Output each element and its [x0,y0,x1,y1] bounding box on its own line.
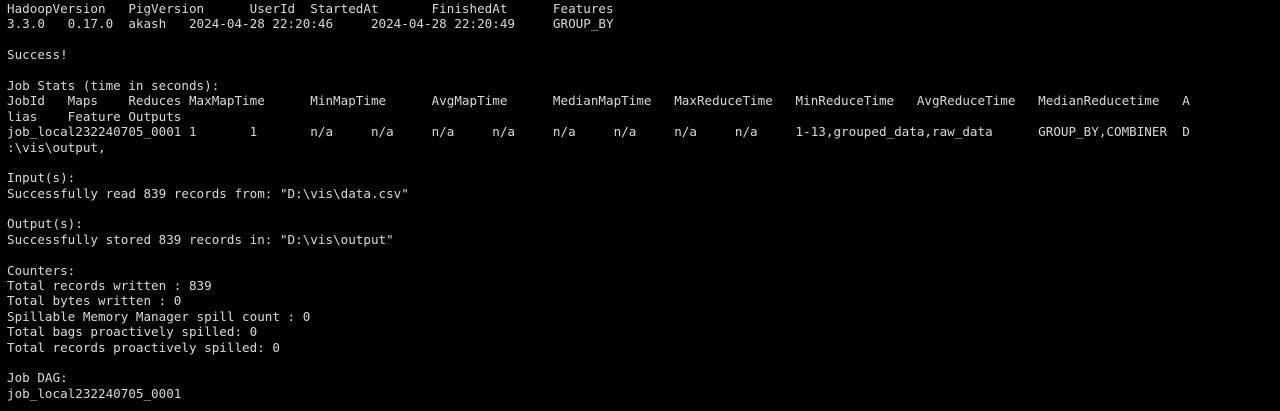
terminal-line-counter-spill-count: Spillable Memory Manager spill count : 0 [7,308,311,324]
terminal-line-header-row: HadoopVersion PigVersion UserId StartedA… [7,1,614,16]
terminal-line-counter-bags-spilled: Total bags proactively spilled: 0 [7,324,258,340]
terminal-line-job-stats-row-wrap: :\vis\output, [7,139,106,155]
terminal-line-job-dag-title: Job DAG: [7,370,68,386]
terminal-line-counters-title: Counters: [7,262,76,278]
terminal-line-job-stats-header-wrap: lias Feature Outputs [7,108,182,124]
terminal-line-inputs-detail: Successfully read 839 records from: "D:\… [7,185,409,201]
terminal-line-inputs-title: Input(s): [7,170,76,186]
terminal-window[interactable]: HadoopVersion PigVersion UserId StartedA… [0,0,1280,411]
terminal-line-outputs-title: Output(s): [7,216,83,232]
terminal-line-success: Success! [7,47,68,63]
terminal-line-job-stats-row: job_local232240705_0001 1 1 n/a n/a n/a … [7,124,1190,140]
terminal-line-job-stats-header: JobId Maps Reduces MaxMapTime MinMapTime… [7,93,1190,109]
terminal-line-job-stats-title: Job Stats (time in seconds): [7,77,220,93]
terminal-line-counter-records-spilled: Total records proactively spilled: 0 [7,339,280,355]
terminal-line-counter-records-written: Total records written : 839 [7,278,212,294]
terminal-line-job-dag-id: job_local232240705_0001 [7,385,182,401]
terminal-line-counter-bytes-written: Total bytes written : 0 [7,293,182,309]
terminal-line-outputs-detail: Successfully stored 839 records in: "D:\… [7,231,394,247]
terminal-line-version-row: 3.3.0 0.17.0 akash 2024-04-28 22:20:46 2… [7,16,614,32]
